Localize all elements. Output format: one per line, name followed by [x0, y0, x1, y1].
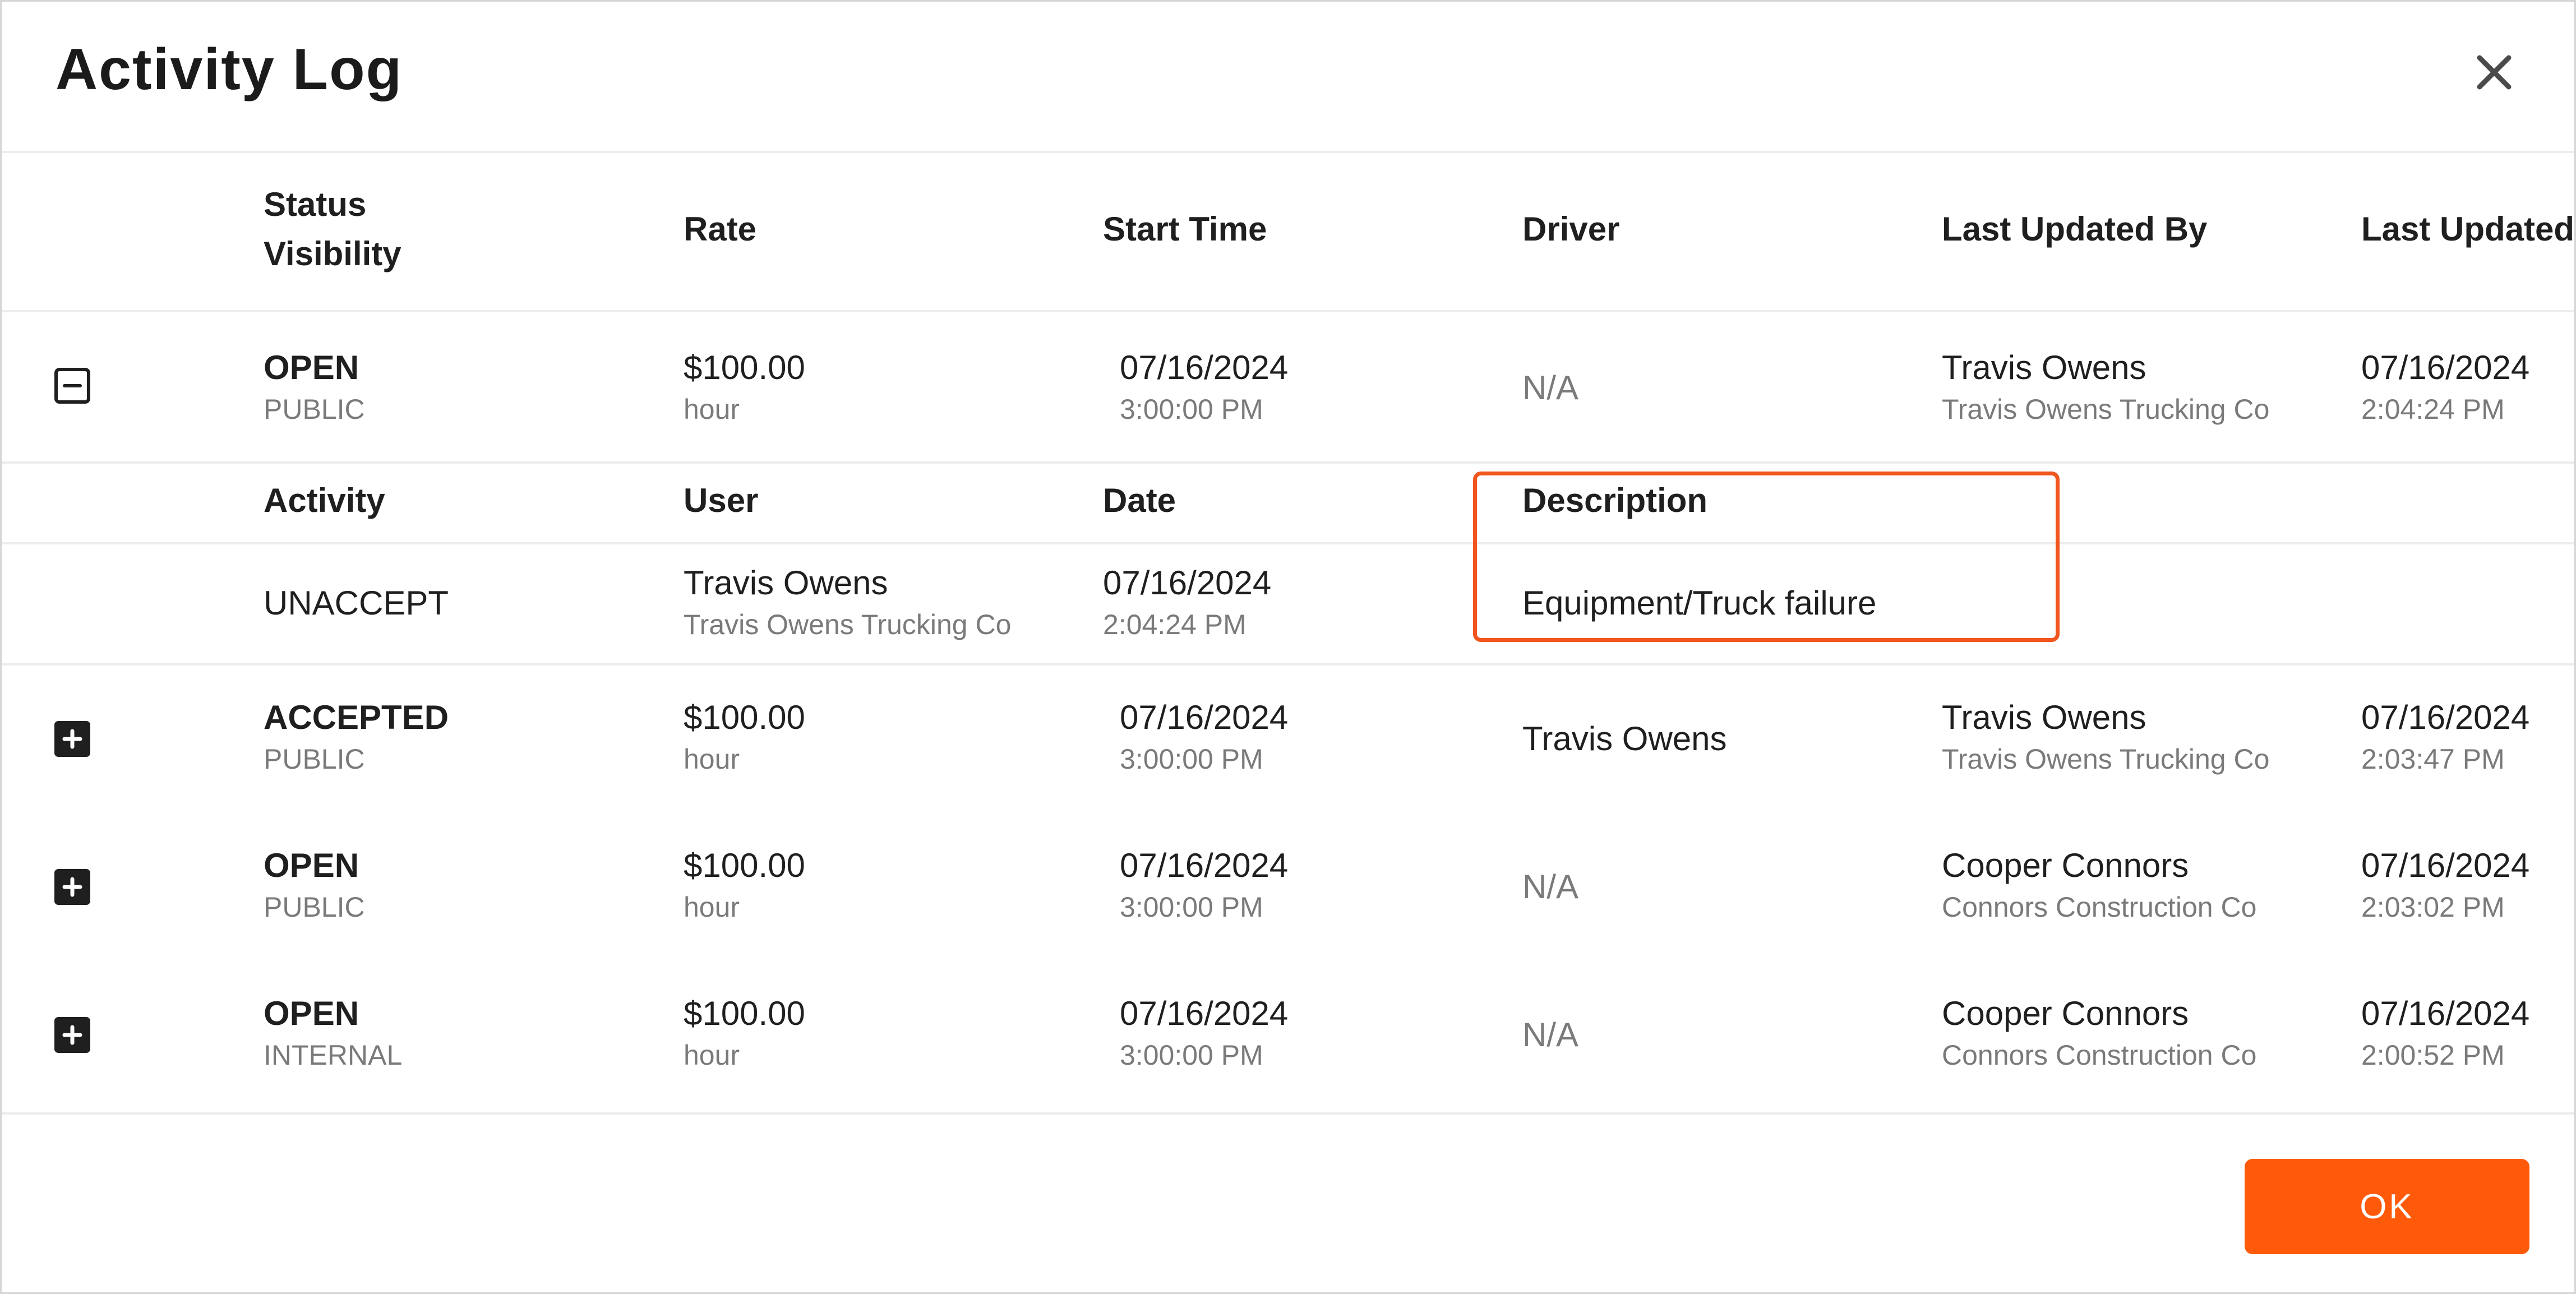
start-date: 07/16/2024: [1120, 847, 1289, 884]
detail-header-user: User: [684, 482, 759, 519]
detail-row: UNACCEPT Travis Owens Travis Owens Truck…: [2, 542, 2574, 666]
start-date: 07/16/2024: [1120, 995, 1289, 1032]
status-cell: OPEN PUBLIC: [264, 346, 365, 429]
updated-at-cell: 07/16/2024 2:04:24 PM: [2361, 346, 2529, 429]
expand-row-button[interactable]: [54, 721, 90, 757]
updated-by-cell: Cooper Connors Connors Construction Co: [1942, 844, 2256, 927]
expand-row-button[interactable]: [54, 1017, 90, 1053]
detail-header-activity: Activity: [264, 482, 385, 519]
rate-unit: hour: [684, 1039, 740, 1071]
rate-cell: $100.00 hour: [684, 992, 805, 1075]
column-header-last-updated: Last Updated: [2361, 210, 2575, 248]
updated-date: 07/16/2024: [2361, 349, 2530, 386]
start-time: 3:00:00 PM: [1120, 743, 1263, 775]
start-time-cell: 07/16/2024 3:00:00 PM: [1120, 844, 1288, 927]
updated-by-cell: Travis Owens Travis Owens Trucking Co: [1942, 696, 2269, 779]
updated-at-cell: 07/16/2024 2:03:02 PM: [2361, 844, 2529, 927]
updated-by-name: Travis Owens: [1942, 349, 2146, 386]
column-header-start-time: Start Time: [1103, 210, 1267, 248]
activity-text: UNACCEPT: [264, 584, 449, 622]
visibility-text: PUBLIC: [264, 743, 365, 775]
table-row[interactable]: OPEN PUBLIC $100.00 hour 07/16/2024 3:00…: [2, 310, 2574, 461]
driver-cell: N/A: [1522, 1016, 1579, 1053]
footer-divider: [2, 1112, 2574, 1115]
updated-by-cell: Cooper Connors Connors Construction Co: [1942, 992, 2256, 1075]
dialog-title: Activity Log: [56, 37, 403, 102]
detail-time: 2:04:24 PM: [1103, 609, 1247, 640]
table-row[interactable]: ACCEPTED PUBLIC $100.00 hour 07/16/2024 …: [2, 666, 2574, 812]
status-text: ACCEPTED: [264, 699, 449, 736]
status-cell: ACCEPTED PUBLIC: [264, 696, 449, 779]
updated-time: 2:03:02 PM: [2361, 891, 2505, 923]
status-text: OPEN: [264, 349, 359, 386]
start-time: 3:00:00 PM: [1120, 891, 1263, 923]
updated-by-company: Travis Owens Trucking Co: [1942, 743, 2270, 775]
rate-value: $100.00: [684, 847, 805, 884]
rate-cell: $100.00 hour: [684, 346, 805, 429]
updated-by-company: Travis Owens Trucking Co: [1942, 394, 2270, 425]
activity-log-dialog: Activity Log Status Visibility Rate Star…: [0, 0, 2576, 1294]
start-time-cell: 07/16/2024 3:00:00 PM: [1120, 696, 1288, 779]
updated-at-cell: 07/16/2024 2:03:47 PM: [2361, 696, 2529, 779]
column-header-driver: Driver: [1522, 210, 1620, 248]
detail-user-company: Travis Owens Trucking Co: [684, 609, 1012, 640]
driver-cell: N/A: [1522, 868, 1579, 905]
description-highlight: [1473, 472, 2060, 642]
start-time: 3:00:00 PM: [1120, 1039, 1263, 1071]
start-time-cell: 07/16/2024 3:00:00 PM: [1120, 346, 1288, 429]
detail-user-name: Travis Owens: [684, 564, 888, 602]
updated-date: 07/16/2024: [2361, 699, 2530, 736]
column-header-rate: Rate: [684, 210, 757, 248]
start-date: 07/16/2024: [1120, 699, 1289, 736]
column-header-last-updated-by: Last Updated By: [1942, 210, 2208, 248]
column-header-visibility: Visibility: [264, 235, 401, 272]
detail-date-cell: 07/16/2024 2:04:24 PM: [1103, 561, 1271, 644]
updated-by-cell: Travis Owens Travis Owens Trucking Co: [1942, 346, 2269, 429]
updated-time: 2:03:47 PM: [2361, 743, 2505, 775]
rate-value: $100.00: [684, 995, 805, 1032]
updated-date: 07/16/2024: [2361, 995, 2530, 1032]
updated-date: 07/16/2024: [2361, 847, 2530, 884]
detail-date: 07/16/2024: [1103, 564, 1272, 602]
start-date: 07/16/2024: [1120, 349, 1289, 386]
start-time: 3:00:00 PM: [1120, 394, 1263, 425]
status-cell: OPEN INTERNAL: [264, 992, 402, 1075]
ok-button[interactable]: OK: [2245, 1159, 2529, 1254]
updated-by-name: Travis Owens: [1942, 699, 2146, 736]
updated-by-name: Cooper Connors: [1942, 847, 2189, 884]
start-time-cell: 07/16/2024 3:00:00 PM: [1120, 992, 1288, 1075]
visibility-text: INTERNAL: [264, 1039, 403, 1071]
detail-header-date: Date: [1103, 482, 1176, 519]
driver-cell: N/A: [1522, 369, 1579, 406]
updated-at-cell: 07/16/2024 2:00:52 PM: [2361, 992, 2529, 1075]
updated-time: 2:00:52 PM: [2361, 1039, 2505, 1071]
rate-unit: hour: [684, 394, 740, 425]
rate-value: $100.00: [684, 349, 805, 386]
updated-by-company: Connors Construction Co: [1942, 1039, 2257, 1071]
expand-row-button[interactable]: [54, 869, 90, 905]
collapse-row-button[interactable]: [54, 368, 90, 404]
rate-cell: $100.00 hour: [684, 696, 805, 779]
updated-by-company: Connors Construction Co: [1942, 891, 2257, 923]
visibility-text: PUBLIC: [264, 394, 365, 425]
updated-by-name: Cooper Connors: [1942, 995, 2189, 1032]
detail-header: Activity User Date Description: [2, 461, 2574, 544]
column-header-status: Status Visibility: [264, 180, 401, 279]
rate-unit: hour: [684, 743, 740, 775]
rate-value: $100.00: [684, 699, 805, 736]
rate-unit: hour: [684, 891, 740, 923]
dialog-header: Activity Log: [2, 2, 2574, 153]
rate-cell: $100.00 hour: [684, 844, 805, 927]
driver-cell: Travis Owens: [1522, 720, 1727, 757]
visibility-text: PUBLIC: [264, 891, 365, 923]
detail-user-cell: Travis Owens Travis Owens Trucking Co: [684, 561, 1011, 644]
status-text: OPEN: [264, 995, 359, 1032]
updated-time: 2:04:24 PM: [2361, 394, 2505, 425]
status-text: OPEN: [264, 847, 359, 884]
close-icon[interactable]: [2472, 50, 2517, 95]
status-cell: OPEN PUBLIC: [264, 844, 365, 927]
table-row[interactable]: OPEN INTERNAL $100.00 hour 07/16/2024 3:…: [2, 962, 2574, 1110]
table-row[interactable]: OPEN PUBLIC $100.00 hour 07/16/2024 3:00…: [2, 814, 2574, 962]
table-header: Status Visibility Rate Start Time Driver…: [2, 153, 2574, 312]
